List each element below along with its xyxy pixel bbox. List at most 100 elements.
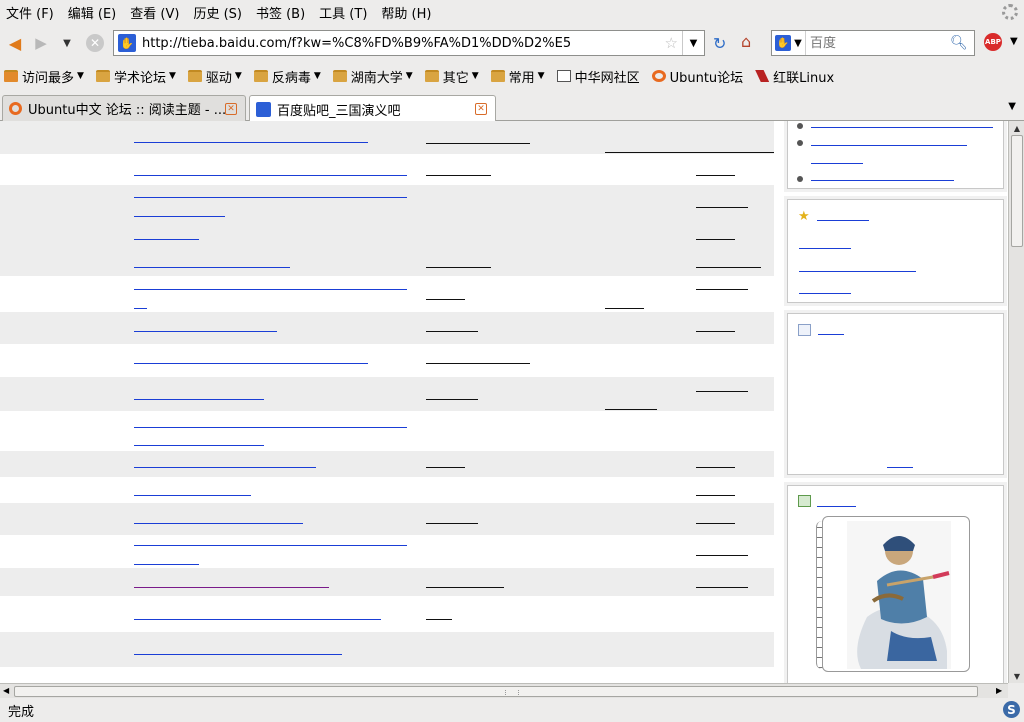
author-link[interactable] xyxy=(426,363,530,364)
topic-link[interactable] xyxy=(134,197,407,198)
search-input[interactable] xyxy=(806,35,946,51)
tab-list-dropdown-button[interactable]: ▼ xyxy=(1008,101,1016,112)
bookmark-star-icon[interactable]: ☆ xyxy=(665,34,678,52)
sidebar-link[interactable] xyxy=(799,271,916,272)
topic-link[interactable] xyxy=(134,545,407,546)
topic-link[interactable] xyxy=(134,267,290,268)
scroll-up-icon[interactable]: ▲ xyxy=(1011,122,1023,134)
topic-link[interactable] xyxy=(134,216,225,217)
reply-author-link[interactable] xyxy=(696,555,748,556)
bookmark-folder-drivers[interactable]: 驱动 ▼ xyxy=(187,67,242,86)
extension-s-icon[interactable]: S xyxy=(1003,701,1020,718)
panel-title-link[interactable] xyxy=(817,506,856,507)
topic-link[interactable] xyxy=(134,142,368,143)
menu-view[interactable]: 查看 (V) xyxy=(130,3,179,22)
reply-author-link[interactable] xyxy=(696,331,735,332)
bookmark-redflag-linux[interactable]: 红联Linux xyxy=(755,67,834,86)
reply-author-link[interactable] xyxy=(696,207,748,208)
reply-author-link[interactable] xyxy=(696,289,748,290)
scroll-left-icon[interactable]: ◀ xyxy=(3,686,9,695)
author-link[interactable] xyxy=(426,143,530,144)
panel-title-link[interactable] xyxy=(818,334,844,335)
bookmark-folder-common[interactable]: 常用 ▼ xyxy=(490,67,545,86)
reply-author-link[interactable] xyxy=(605,308,644,309)
topic-link[interactable] xyxy=(134,467,316,468)
author-link[interactable] xyxy=(426,175,491,176)
reply-author-link[interactable] xyxy=(696,495,735,496)
tab-baidu-tieba[interactable]: 百度贴吧_三国演义吧 ✕ xyxy=(249,95,496,122)
reply-author-link[interactable] xyxy=(696,239,735,240)
topic-link[interactable] xyxy=(134,427,407,428)
scroll-down-icon[interactable]: ▼ xyxy=(1011,670,1023,682)
menu-history[interactable]: 历史 (S) xyxy=(193,3,242,22)
author-link[interactable] xyxy=(426,331,478,332)
tab-ubuntu-forum[interactable]: Ubuntu中文 论坛 :: 阅读主题 - ... ✕ xyxy=(2,95,246,121)
back-button[interactable]: ◀ xyxy=(4,32,26,54)
home-button[interactable]: ⌂ xyxy=(741,32,751,51)
author-link[interactable] xyxy=(426,587,504,588)
menu-bookmarks[interactable]: 书签 (B) xyxy=(256,3,305,22)
scroll-right-icon[interactable]: ▶ xyxy=(996,686,1002,695)
history-dropdown-button[interactable]: ▼ xyxy=(56,32,78,54)
topic-link[interactable] xyxy=(134,654,342,655)
bookmark-most-visited[interactable]: 访问最多 ▼ xyxy=(4,67,84,86)
url-text[interactable]: http://tieba.baidu.com/f?kw=%C8%FD%B9%FA… xyxy=(142,36,665,51)
reply-author-link[interactable] xyxy=(696,467,735,468)
horizontal-scrollbar[interactable]: ◀ ▶ xyxy=(0,683,1008,698)
topic-link[interactable] xyxy=(134,363,368,364)
topic-link[interactable] xyxy=(134,239,199,240)
adblock-icon[interactable]: ABP xyxy=(984,33,1002,51)
topic-link[interactable] xyxy=(134,495,251,496)
topic-link[interactable] xyxy=(134,564,199,565)
topic-link[interactable] xyxy=(134,289,407,290)
bookmark-china-community[interactable]: 中华网社区 xyxy=(556,67,640,86)
vertical-scrollbar-thumb[interactable] xyxy=(1011,135,1023,247)
bookmark-ubuntu-forum[interactable]: Ubuntu论坛 xyxy=(651,67,743,86)
sidebar-link[interactable] xyxy=(811,180,954,181)
search-engine-selector[interactable]: ✋ ▼ xyxy=(772,31,806,55)
author-link[interactable] xyxy=(426,399,478,400)
adblock-dropdown-button[interactable]: ▼ xyxy=(1010,36,1018,47)
reply-author-link[interactable] xyxy=(605,409,657,410)
topic-link[interactable] xyxy=(134,445,264,446)
topic-link[interactable] xyxy=(134,399,264,400)
visited-topic-link[interactable] xyxy=(134,587,329,588)
bookmark-folder-hunan-university[interactable]: 湖南大学 ▼ xyxy=(332,67,413,86)
close-tab-icon[interactable]: ✕ xyxy=(225,102,237,115)
author-link[interactable] xyxy=(426,467,465,468)
author-link[interactable] xyxy=(426,267,491,268)
topic-link[interactable] xyxy=(134,619,381,620)
url-bar[interactable]: ✋ http://tieba.baidu.com/f?kw=%C8%FD%B9%… xyxy=(113,30,705,56)
close-tab-icon[interactable]: ✕ xyxy=(475,103,487,115)
topic-link[interactable] xyxy=(134,331,277,332)
sidebar-link[interactable] xyxy=(799,293,851,294)
topic-link[interactable] xyxy=(134,308,147,309)
topic-link[interactable] xyxy=(134,175,407,176)
stop-button[interactable]: ✕ xyxy=(86,34,104,52)
author-link[interactable] xyxy=(426,523,478,524)
bookmark-folder-academic[interactable]: 学术论坛 ▼ xyxy=(95,67,176,86)
search-magnifier-icon[interactable]: 🔍︎ xyxy=(950,35,968,51)
horizontal-scrollbar-thumb[interactable] xyxy=(14,686,978,697)
sidebar-link[interactable] xyxy=(887,467,913,468)
reply-author-link[interactable] xyxy=(696,523,735,524)
bookmark-folder-other[interactable]: 其它 ▼ xyxy=(424,67,479,86)
reply-author-link[interactable] xyxy=(696,267,761,268)
reply-author-link[interactable] xyxy=(696,391,748,392)
hero-figurine-image[interactable] xyxy=(822,516,970,672)
reply-author-link[interactable] xyxy=(696,175,735,176)
url-history-dropdown-button[interactable]: ▼ xyxy=(682,31,704,55)
topic-link[interactable] xyxy=(134,523,303,524)
sidebar-link[interactable] xyxy=(799,248,851,249)
author-link[interactable] xyxy=(426,619,452,620)
menu-edit[interactable]: 编辑 (E) xyxy=(68,3,117,22)
reload-button[interactable]: ↻ xyxy=(713,34,726,53)
sidebar-link[interactable] xyxy=(811,145,967,146)
panel-title-link[interactable] xyxy=(817,220,869,221)
bookmark-folder-antivirus[interactable]: 反病毒 ▼ xyxy=(253,67,321,86)
vertical-scrollbar[interactable]: ▲ ▼ xyxy=(1008,121,1024,683)
sidebar-link[interactable] xyxy=(811,163,863,164)
menu-tools[interactable]: 工具 (T) xyxy=(319,3,367,22)
menu-help[interactable]: 帮助 (H) xyxy=(381,3,431,22)
author-link[interactable] xyxy=(426,299,465,300)
